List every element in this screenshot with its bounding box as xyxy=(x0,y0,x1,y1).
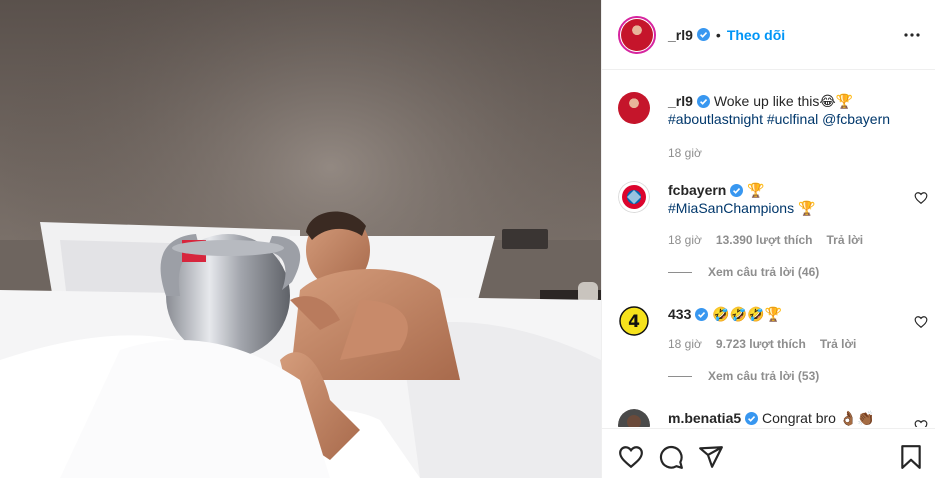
caption-hashtags[interactable]: #aboutlastnight #uclfinal @fcbayern xyxy=(668,111,890,127)
comment-username[interactable]: 433 xyxy=(668,306,691,322)
verified-badge-icon xyxy=(696,28,710,41)
comment-likes[interactable]: 13.390 lượt thích xyxy=(716,233,813,247)
reply-button[interactable]: Trả lời xyxy=(826,233,863,247)
comment-avatar[interactable] xyxy=(618,409,650,427)
comment-emoji: 🏆 xyxy=(797,200,816,216)
comment-text: 433 🤣🤣🤣🏆 xyxy=(668,305,898,323)
bookmark-icon[interactable] xyxy=(898,444,924,470)
share-icon[interactable] xyxy=(698,444,724,470)
comment-avatar[interactable]: 4 xyxy=(618,305,650,337)
heart-icon[interactable] xyxy=(914,191,928,205)
author-avatar[interactable] xyxy=(618,15,656,54)
verified-badge-icon xyxy=(696,95,710,108)
post-side-panel: _rl9 • Theo dõi _rl9 Woke up like this😂🏆… xyxy=(601,0,935,478)
reply-button[interactable]: Trả lời xyxy=(820,337,857,351)
caption-username[interactable]: _rl9 xyxy=(668,93,693,109)
view-replies-label[interactable]: Xem câu trả lời (46) xyxy=(708,265,819,279)
header-separator: • xyxy=(715,26,721,43)
comment-item: m.benatia5 Congrat bro 👌🏾👏🏾 xyxy=(618,409,928,427)
comment-meta: 18 giờ 9.723 lượt thích Trả lời xyxy=(668,337,856,351)
verified-badge-icon xyxy=(745,412,759,425)
comment-avatar[interactable] xyxy=(618,181,650,213)
comment-time: 18 giờ xyxy=(668,337,702,351)
post-header: _rl9 • Theo dõi xyxy=(602,0,935,70)
comments-list[interactable]: _rl9 Woke up like this😂🏆 #aboutlastnight… xyxy=(602,71,935,427)
comment-likes[interactable]: 9.723 lượt thích xyxy=(716,337,806,351)
author-username[interactable]: _rl9 xyxy=(668,27,693,43)
post-photo[interactable] xyxy=(0,0,601,478)
heart-icon[interactable] xyxy=(914,315,928,329)
comment-text: m.benatia5 Congrat bro 👌🏾👏🏾 xyxy=(668,409,898,427)
verified-badge-icon xyxy=(730,184,744,197)
comment-username[interactable]: fcbayern xyxy=(668,182,726,198)
action-bar xyxy=(602,428,935,478)
comment-hashtag[interactable]: #MiaSanChampions xyxy=(668,200,794,216)
caption: _rl9 Woke up like this😂🏆 #aboutlastnight… xyxy=(618,92,928,160)
view-replies-button[interactable]: Xem câu trả lời (46) xyxy=(668,265,819,279)
view-replies-label[interactable]: Xem câu trả lời (53) xyxy=(708,369,819,383)
comment-item: fcbayern 🏆 #MiaSanChampions 🏆 18 giờ 13.3… xyxy=(618,181,928,281)
comment-text: fcbayern 🏆 #MiaSanChampions 🏆 xyxy=(668,181,898,217)
caption-body: Woke up like this😂🏆 xyxy=(713,93,854,109)
svg-text:4: 4 xyxy=(628,312,640,332)
comment-meta: 18 giờ 13.390 lượt thích Trả lời xyxy=(668,233,863,247)
comment-body: 🤣🤣🤣🏆 xyxy=(712,306,782,322)
comment-time: 18 giờ xyxy=(668,233,702,247)
comment-username[interactable]: m.benatia5 xyxy=(668,410,741,426)
caption-timestamp: 18 giờ xyxy=(668,146,702,160)
comment-body: 🏆 xyxy=(747,182,765,198)
follow-button[interactable]: Theo dõi xyxy=(727,27,785,43)
heart-icon[interactable] xyxy=(618,444,644,470)
comment-item: 4 433 🤣🤣🤣🏆 18 giờ 9.723 lượt thích Trả lời… xyxy=(618,305,928,405)
replies-divider xyxy=(668,271,692,273)
verified-badge-icon xyxy=(695,308,709,321)
replies-divider xyxy=(668,375,692,377)
comment-body: Congrat bro 👌🏾👏🏾 xyxy=(762,410,875,426)
heart-icon[interactable] xyxy=(914,419,928,427)
caption-avatar[interactable] xyxy=(618,92,650,124)
comment-icon[interactable] xyxy=(658,444,684,470)
view-replies-button[interactable]: Xem câu trả lời (53) xyxy=(668,369,819,383)
more-options-icon[interactable] xyxy=(902,25,922,45)
caption-text: _rl9 Woke up like this😂🏆 #aboutlastnight… xyxy=(668,92,898,128)
post-image xyxy=(0,0,601,478)
